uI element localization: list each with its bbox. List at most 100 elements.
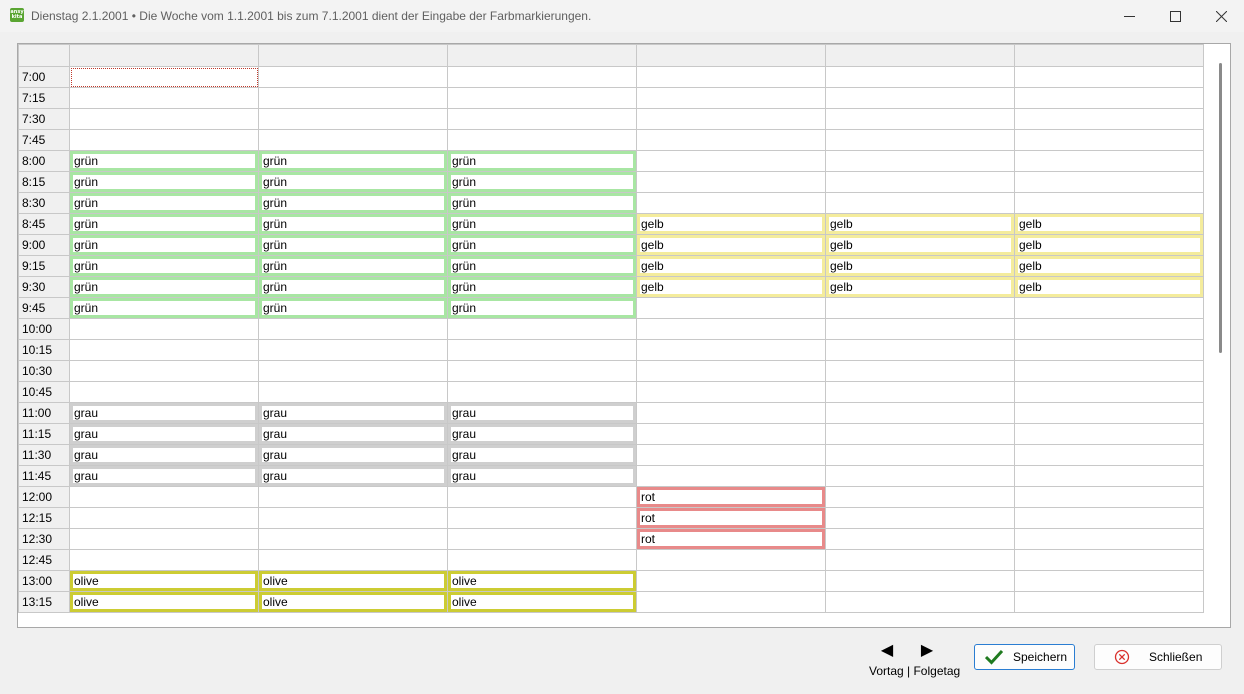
schedule-cell[interactable] bbox=[1014, 297, 1204, 319]
schedule-cell[interactable]: grün bbox=[258, 234, 448, 256]
schedule-cell[interactable] bbox=[825, 129, 1015, 151]
schedule-cell[interactable] bbox=[69, 360, 259, 382]
column-header[interactable] bbox=[69, 44, 259, 67]
schedule-cell[interactable]: gelb bbox=[1014, 234, 1204, 256]
schedule-cell[interactable]: grün bbox=[69, 150, 259, 172]
schedule-cell[interactable] bbox=[1014, 591, 1204, 613]
schedule-cell[interactable] bbox=[636, 150, 826, 172]
schedule-cell[interactable] bbox=[447, 129, 637, 151]
schedule-cell[interactable] bbox=[825, 465, 1015, 487]
schedule-cell[interactable] bbox=[69, 381, 259, 403]
schedule-cell[interactable] bbox=[636, 87, 826, 109]
schedule-cell[interactable]: grün bbox=[258, 171, 448, 193]
schedule-cell[interactable]: grün bbox=[447, 192, 637, 214]
schedule-cell[interactable] bbox=[825, 486, 1015, 508]
schedule-cell[interactable]: grün bbox=[69, 171, 259, 193]
schedule-cell[interactable]: grau bbox=[447, 465, 637, 487]
schedule-cell[interactable]: olive bbox=[258, 591, 448, 613]
column-header[interactable] bbox=[636, 44, 826, 67]
schedule-cell[interactable] bbox=[258, 339, 448, 361]
schedule-cell[interactable]: rot bbox=[636, 507, 826, 529]
column-header[interactable] bbox=[1014, 44, 1204, 67]
schedule-cell[interactable]: gelb bbox=[636, 213, 826, 235]
schedule-cell[interactable] bbox=[825, 297, 1015, 319]
schedule-cell[interactable]: grün bbox=[69, 297, 259, 319]
schedule-cell[interactable] bbox=[1014, 192, 1204, 214]
schedule-cell[interactable]: grau bbox=[69, 444, 259, 466]
schedule-cell[interactable] bbox=[69, 129, 259, 151]
schedule-cell[interactable]: grün bbox=[69, 255, 259, 277]
schedule-cell[interactable]: gelb bbox=[1014, 255, 1204, 277]
schedule-cell[interactable]: grau bbox=[447, 402, 637, 424]
schedule-cell[interactable] bbox=[69, 486, 259, 508]
schedule-cell[interactable]: gelb bbox=[1014, 213, 1204, 235]
schedule-cell[interactable] bbox=[636, 423, 826, 445]
schedule-cell[interactable] bbox=[825, 192, 1015, 214]
schedule-cell[interactable] bbox=[825, 150, 1015, 172]
schedule-cell[interactable] bbox=[1014, 87, 1204, 109]
schedule-cell[interactable]: grün bbox=[447, 213, 637, 235]
maximize-button[interactable] bbox=[1152, 0, 1198, 32]
schedule-cell[interactable] bbox=[825, 507, 1015, 529]
schedule-cell[interactable]: grün bbox=[447, 255, 637, 277]
schedule-cell[interactable]: gelb bbox=[825, 276, 1015, 298]
schedule-cell[interactable] bbox=[636, 381, 826, 403]
schedule-cell[interactable]: grün bbox=[69, 213, 259, 235]
schedule-cell[interactable]: grün bbox=[69, 276, 259, 298]
schedule-cell[interactable] bbox=[1014, 108, 1204, 130]
scrollbar-thumb[interactable] bbox=[1219, 63, 1222, 353]
schedule-cell[interactable] bbox=[636, 360, 826, 382]
vertical-scrollbar[interactable] bbox=[1204, 44, 1230, 627]
schedule-cell[interactable] bbox=[1014, 381, 1204, 403]
schedule-cell[interactable]: grau bbox=[258, 423, 448, 445]
schedule-cell[interactable] bbox=[258, 129, 448, 151]
schedule-cell[interactable] bbox=[69, 507, 259, 529]
schedule-cell[interactable] bbox=[258, 507, 448, 529]
schedule-cell[interactable] bbox=[1014, 423, 1204, 445]
schedule-cell[interactable]: gelb bbox=[825, 234, 1015, 256]
schedule-cell[interactable] bbox=[1014, 318, 1204, 340]
schedule-cell[interactable]: rot bbox=[636, 528, 826, 550]
schedule-cell[interactable]: rot bbox=[636, 486, 826, 508]
schedule-cell[interactable] bbox=[636, 465, 826, 487]
schedule-cell[interactable]: grau bbox=[69, 465, 259, 487]
schedule-cell[interactable] bbox=[258, 549, 448, 571]
schedule-cell[interactable] bbox=[1014, 402, 1204, 424]
schedule-cell[interactable]: grün bbox=[447, 276, 637, 298]
schedule-cell[interactable]: grün bbox=[258, 276, 448, 298]
schedule-cell[interactable] bbox=[825, 108, 1015, 130]
schedule-cell[interactable] bbox=[1014, 360, 1204, 382]
schedule-cell[interactable]: grau bbox=[258, 444, 448, 466]
schedule-cell[interactable] bbox=[69, 528, 259, 550]
schedule-cell[interactable] bbox=[1014, 66, 1204, 88]
schedule-cell[interactable] bbox=[825, 318, 1015, 340]
schedule-cell[interactable]: gelb bbox=[636, 255, 826, 277]
schedule-cell[interactable] bbox=[258, 318, 448, 340]
schedule-cell[interactable] bbox=[258, 360, 448, 382]
schedule-cell[interactable] bbox=[69, 66, 259, 88]
schedule-cell[interactable] bbox=[825, 87, 1015, 109]
schedule-cell[interactable]: olive bbox=[447, 591, 637, 613]
schedule-cell[interactable]: grün bbox=[258, 150, 448, 172]
schedule-cell[interactable] bbox=[1014, 339, 1204, 361]
schedule-cell[interactable] bbox=[447, 87, 637, 109]
close-window-button[interactable] bbox=[1198, 0, 1244, 32]
save-button[interactable]: Speichern bbox=[974, 644, 1075, 670]
schedule-cell[interactable] bbox=[636, 444, 826, 466]
schedule-cell[interactable] bbox=[447, 360, 637, 382]
schedule-cell[interactable]: olive bbox=[69, 591, 259, 613]
schedule-cell[interactable] bbox=[69, 549, 259, 571]
schedule-cell[interactable]: grün bbox=[447, 234, 637, 256]
schedule-cell[interactable] bbox=[636, 108, 826, 130]
schedule-cell[interactable] bbox=[258, 66, 448, 88]
schedule-cell[interactable] bbox=[636, 402, 826, 424]
schedule-cell[interactable] bbox=[636, 129, 826, 151]
schedule-cell[interactable] bbox=[1014, 570, 1204, 592]
schedule-cell[interactable] bbox=[1014, 486, 1204, 508]
schedule-cell[interactable] bbox=[447, 108, 637, 130]
schedule-cell[interactable]: grün bbox=[258, 213, 448, 235]
schedule-cell[interactable] bbox=[636, 297, 826, 319]
schedule-cell[interactable] bbox=[1014, 129, 1204, 151]
schedule-cell[interactable] bbox=[1014, 528, 1204, 550]
schedule-cell[interactable]: olive bbox=[447, 570, 637, 592]
